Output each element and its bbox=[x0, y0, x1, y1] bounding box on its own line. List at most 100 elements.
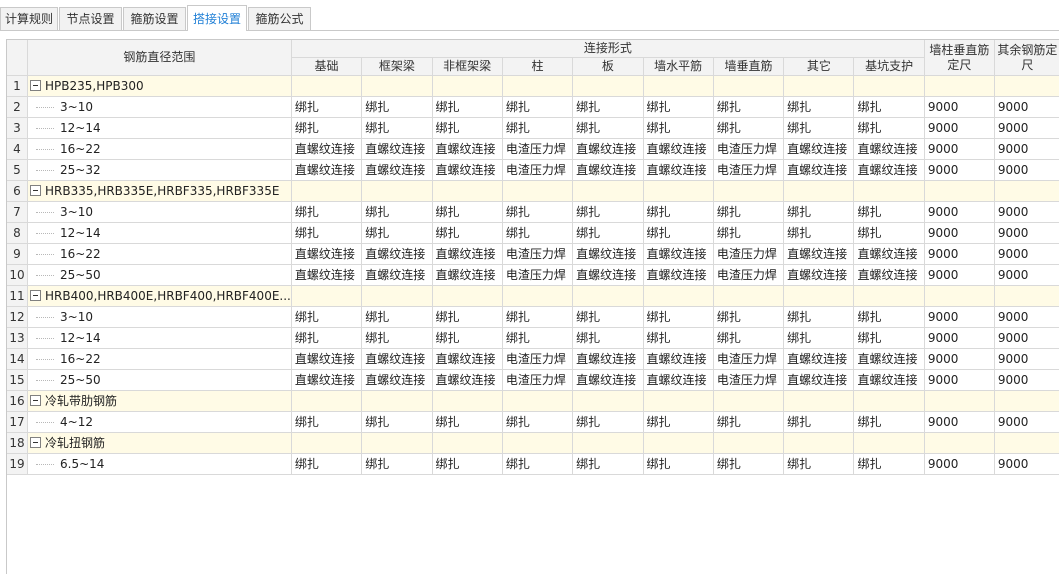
wall-vertical-length-cell[interactable]: 9000 bbox=[924, 264, 995, 286]
connection-type-cell[interactable]: 直螺纹连接 bbox=[853, 348, 925, 370]
connection-type-cell[interactable]: 绑扎 bbox=[572, 222, 644, 244]
connection-type-cell[interactable]: 绑扎 bbox=[643, 306, 714, 328]
diameter-range-cell[interactable]: 3~10 bbox=[27, 201, 292, 223]
connection-type-cell[interactable]: 直螺纹连接 bbox=[643, 243, 714, 265]
connection-type-cell[interactable]: 直螺纹连接 bbox=[291, 243, 363, 265]
connection-type-cell[interactable]: 绑扎 bbox=[783, 306, 855, 328]
diameter-range-cell[interactable]: 16~22 bbox=[27, 243, 292, 265]
connection-type-cell[interactable] bbox=[502, 180, 574, 202]
wall-vertical-length-cell[interactable] bbox=[924, 390, 995, 412]
connection-type-cell[interactable] bbox=[713, 285, 785, 307]
connection-type-cell[interactable] bbox=[713, 75, 785, 97]
diameter-range-cell[interactable]: 12~14 bbox=[27, 117, 292, 139]
group-name-cell[interactable]: HRB335,HRB335E,HRBF335,HRBF335E bbox=[27, 180, 292, 202]
connection-type-cell[interactable]: 直螺纹连接 bbox=[643, 264, 714, 286]
table-row[interactable]: 8 12~14 绑扎 绑扎 绑扎 绑扎 绑扎 绑扎 绑扎 绑扎 绑扎 9000 9000 bbox=[7, 222, 1059, 244]
group-name-cell[interactable]: 冷轧扭钢筋 bbox=[27, 432, 292, 454]
connection-type-cell[interactable]: 电渣压力焊 bbox=[502, 348, 574, 370]
connection-type-cell[interactable]: 电渣压力焊 bbox=[502, 159, 574, 181]
connection-type-cell[interactable] bbox=[361, 75, 433, 97]
table-row[interactable]: 14 16~22 直螺纹连接 直螺纹连接 直螺纹连接 电渣压力焊 直螺纹连接 直螺纹连接 电渣压… bbox=[7, 348, 1059, 370]
connection-type-cell[interactable]: 绑扎 bbox=[853, 327, 925, 349]
connection-type-cell[interactable] bbox=[502, 390, 574, 412]
connection-type-cell[interactable]: 直螺纹连接 bbox=[432, 159, 503, 181]
connection-type-cell[interactable]: 直螺纹连接 bbox=[432, 243, 503, 265]
diameter-range-cell[interactable]: 12~14 bbox=[27, 222, 292, 244]
connection-type-cell[interactable]: 绑扎 bbox=[853, 453, 925, 475]
connection-type-cell[interactable]: 电渣压力焊 bbox=[713, 264, 785, 286]
connection-type-cell[interactable]: 绑扎 bbox=[291, 327, 363, 349]
connection-type-cell[interactable]: 绑扎 bbox=[643, 201, 714, 223]
connection-type-cell[interactable]: 直螺纹连接 bbox=[643, 138, 714, 160]
connection-type-cell[interactable] bbox=[572, 390, 644, 412]
collapse-icon[interactable] bbox=[30, 80, 41, 91]
connection-type-cell[interactable]: 绑扎 bbox=[361, 96, 433, 118]
connection-type-cell[interactable] bbox=[853, 75, 925, 97]
table-row[interactable]: 2 3~10 绑扎 绑扎 绑扎 绑扎 绑扎 绑扎 绑扎 绑扎 绑扎 9000 9000 bbox=[7, 96, 1059, 118]
connection-type-cell[interactable]: 电渣压力焊 bbox=[713, 138, 785, 160]
connection-type-cell[interactable]: 直螺纹连接 bbox=[572, 138, 644, 160]
other-length-cell[interactable]: 9000 bbox=[994, 369, 1059, 391]
connection-type-cell[interactable]: 直螺纹连接 bbox=[853, 138, 925, 160]
connection-type-cell[interactable]: 直螺纹连接 bbox=[291, 348, 363, 370]
connection-type-cell[interactable]: 绑扎 bbox=[713, 306, 785, 328]
group-name-cell[interactable]: HPB235,HPB300 bbox=[27, 75, 292, 97]
connection-type-cell[interactable]: 绑扎 bbox=[432, 222, 503, 244]
connection-type-cell[interactable]: 直螺纹连接 bbox=[432, 264, 503, 286]
connection-type-cell[interactable]: 直螺纹连接 bbox=[291, 369, 363, 391]
connection-type-cell[interactable]: 绑扎 bbox=[643, 327, 714, 349]
group-row[interactable]: 6 HRB335,HRB335E,HRBF335,HRBF335E bbox=[7, 180, 1059, 202]
connection-type-cell[interactable]: 电渣压力焊 bbox=[713, 243, 785, 265]
other-length-cell[interactable] bbox=[994, 75, 1059, 97]
connection-type-cell[interactable]: 绑扎 bbox=[853, 222, 925, 244]
connection-type-cell[interactable]: 绑扎 bbox=[432, 411, 503, 433]
connection-type-cell[interactable] bbox=[643, 75, 714, 97]
other-length-cell[interactable]: 9000 bbox=[994, 348, 1059, 370]
table-row[interactable]: 17 4~12 绑扎 绑扎 绑扎 绑扎 绑扎 绑扎 绑扎 绑扎 绑扎 9000 9000 bbox=[7, 411, 1059, 433]
connection-type-cell[interactable]: 绑扎 bbox=[783, 411, 855, 433]
connection-type-cell[interactable]: 绑扎 bbox=[853, 306, 925, 328]
other-length-cell[interactable]: 9000 bbox=[994, 453, 1059, 475]
connection-type-cell[interactable]: 直螺纹连接 bbox=[361, 159, 433, 181]
other-length-cell[interactable] bbox=[994, 180, 1059, 202]
connection-type-cell[interactable] bbox=[572, 432, 644, 454]
connection-type-cell[interactable] bbox=[432, 285, 503, 307]
connection-type-cell[interactable]: 直螺纹连接 bbox=[432, 348, 503, 370]
wall-vertical-length-cell[interactable]: 9000 bbox=[924, 327, 995, 349]
wall-vertical-length-cell[interactable]: 9000 bbox=[924, 96, 995, 118]
connection-type-cell[interactable] bbox=[502, 285, 574, 307]
connection-type-cell[interactable]: 绑扎 bbox=[361, 222, 433, 244]
connection-type-cell[interactable]: 绑扎 bbox=[713, 96, 785, 118]
connection-type-cell[interactable] bbox=[432, 390, 503, 412]
connection-type-cell[interactable] bbox=[502, 75, 574, 97]
connection-type-cell[interactable]: 绑扎 bbox=[853, 411, 925, 433]
diameter-range-cell[interactable]: 3~10 bbox=[27, 96, 292, 118]
connection-type-cell[interactable]: 绑扎 bbox=[572, 453, 644, 475]
collapse-icon[interactable] bbox=[30, 290, 41, 301]
wall-vertical-length-cell[interactable]: 9000 bbox=[924, 117, 995, 139]
connection-type-cell[interactable]: 直螺纹连接 bbox=[643, 348, 714, 370]
other-length-cell[interactable]: 9000 bbox=[994, 138, 1059, 160]
connection-type-cell[interactable] bbox=[291, 75, 363, 97]
group-row[interactable]: 1 HPB235,HPB300 bbox=[7, 75, 1059, 97]
connection-type-cell[interactable]: 绑扎 bbox=[643, 453, 714, 475]
connection-type-cell[interactable] bbox=[783, 180, 855, 202]
wall-vertical-length-cell[interactable]: 9000 bbox=[924, 453, 995, 475]
other-length-cell[interactable] bbox=[994, 285, 1059, 307]
connection-type-cell[interactable] bbox=[361, 432, 433, 454]
connection-type-cell[interactable]: 电渣压力焊 bbox=[713, 369, 785, 391]
connection-type-cell[interactable]: 绑扎 bbox=[432, 306, 503, 328]
tab-calc-rules[interactable]: 计算规则 bbox=[0, 7, 58, 30]
connection-type-cell[interactable]: 绑扎 bbox=[502, 306, 574, 328]
connection-type-cell[interactable] bbox=[432, 180, 503, 202]
connection-type-cell[interactable]: 绑扎 bbox=[572, 306, 644, 328]
diameter-range-cell[interactable]: 25~50 bbox=[27, 369, 292, 391]
connection-type-cell[interactable]: 绑扎 bbox=[291, 306, 363, 328]
connection-type-cell[interactable]: 绑扎 bbox=[643, 96, 714, 118]
tab-stirrup-settings[interactable]: 箍筋设置 bbox=[123, 7, 186, 30]
connection-type-cell[interactable] bbox=[432, 432, 503, 454]
connection-type-cell[interactable]: 绑扎 bbox=[432, 201, 503, 223]
connection-type-cell[interactable]: 绑扎 bbox=[572, 327, 644, 349]
connection-type-cell[interactable]: 绑扎 bbox=[432, 453, 503, 475]
connection-type-cell[interactable]: 绑扎 bbox=[502, 222, 574, 244]
